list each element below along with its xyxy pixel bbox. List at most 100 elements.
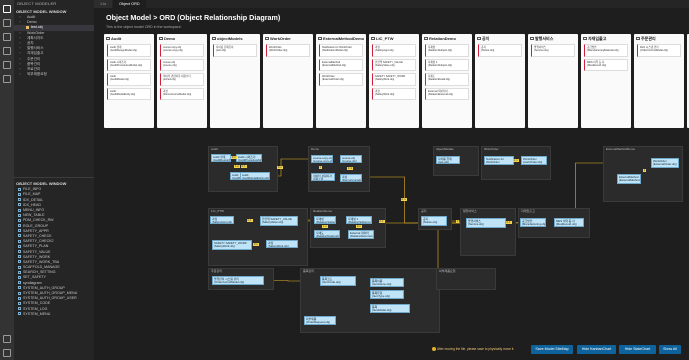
- diagram-node[interactable]: 과정 (SafetyAppr.obj): [210, 216, 234, 224]
- show-all-button[interactable]: Show All: [659, 345, 681, 354]
- diagram-node[interactable]: Audit (AuditModelEntity.obj): [240, 172, 270, 180]
- run-debug-icon[interactable]: [3, 47, 11, 55]
- checkbox[interactable]: [106, 36, 110, 41]
- diagram-node[interactable]: 발행서비스 (Service.obj): [466, 218, 506, 228]
- kanban-card[interactable]: Audit 설계 (AuditDesignModel.obj): [107, 44, 151, 57]
- kanban-card[interactable]: WorkOrder (WorkOrder.obj): [266, 44, 310, 57]
- section-header-2[interactable]: OBJECT MODEL WINDOW: [14, 180, 94, 187]
- diagram-node[interactable]: 과정 (SafetyWork.obj): [266, 240, 298, 248]
- diagram-node[interactable]: WorkOrder (workOrder.obj): [521, 156, 547, 165]
- diagram-node[interactable]: Audit 시퍼즈더 (AuditProcedureModel.obj): [236, 154, 262, 162]
- diagram-node[interactable]: MES 이력 등 사 (MesRecord.obj): [554, 218, 584, 227]
- explorer-icon[interactable]: [3, 5, 11, 13]
- kanban-card[interactable]: 과정 (SafetyAppr.obj): [372, 44, 416, 57]
- kanban-card[interactable]: Notification for WorkOrder (Notification…: [319, 44, 363, 57]
- kanban-card[interactable]: 공지 (Notice.obj): [478, 44, 522, 57]
- checkbox[interactable]: [212, 36, 216, 41]
- diagram-node[interactable]: External 데이터 (RelationExternal.obj): [348, 230, 374, 239]
- hide-kanban-button[interactable]: Hide KanbanChart: [577, 345, 616, 354]
- relationship-diagram[interactable]: Audit Demo objectModels WorkOrder ExternalMe…: [130, 136, 689, 348]
- section-header-1[interactable]: OBJECT MODEL WINDOW: [14, 8, 94, 15]
- diagram-node[interactable]: Audit 설계 (AuditDesignModel.obj): [211, 154, 231, 162]
- checkbox[interactable]: [530, 36, 534, 41]
- account-icon[interactable]: [3, 335, 11, 343]
- checkbox[interactable]: [583, 36, 587, 41]
- kanban-card[interactable]: Audit (AuditModelEntity.obj): [107, 87, 151, 100]
- diagram-node[interactable]: WorkOrder (ExternalOrder.obj): [651, 158, 679, 168]
- diagram-node[interactable]: 공지 (Notice.obj): [421, 216, 447, 226]
- kanban-card[interactable]: 자이룸 뮤재뮤이 (test.obj): [213, 44, 257, 57]
- kanban-card[interactable]: WorkOrder (ExternalOrder.obj): [319, 73, 363, 86]
- kanban-card[interactable]: Audit 시퍼즈더 (AuditProceduresModel.obj): [107, 58, 151, 71]
- diagram-group[interactable]: 외부제품요청: [436, 268, 496, 290]
- diagram-node[interactable]: course.copy.obj (course.copy.obj): [311, 155, 333, 163]
- save-sitemap-button[interactable]: Save Model SiteMap: [531, 345, 573, 354]
- kanban-column-header[interactable]: WorkOrder: [265, 35, 311, 42]
- diagram-node[interactable]: 외부제품 (OrderRequest.obj): [304, 316, 336, 325]
- diagram-node[interactable]: 발행관리 시스템 관리 (OrderControlModel.obj): [212, 276, 264, 285]
- diagram-node[interactable]: 과정 (DemoCourseModel.obj): [340, 174, 362, 182]
- checkbox[interactable]: [371, 36, 375, 41]
- kanban-card[interactable]: External 데이터이 (RelationExternal.obj): [425, 87, 469, 100]
- kanban-column-header[interactable]: objectModels: [212, 35, 258, 42]
- diagram-node[interactable]: SAFETY SAFETY_WORK (SafetyWork.obj): [212, 240, 252, 250]
- diagram-group[interactable]: ExternalMethodDemo: [603, 146, 683, 202]
- kanban-column-header[interactable]: 공지: [477, 35, 523, 42]
- diagram-node[interactable]: 품목 (ItemModel.obj): [370, 304, 410, 313]
- diagram-group[interactable]: RelationDemo: [310, 208, 386, 248]
- table-item[interactable]: SYSTEM_MENU: [14, 312, 94, 317]
- kanban-card[interactable]: 발행서비스 (Service.obj): [531, 44, 575, 57]
- kanban-card[interactable]: SAFETY SAFETY_WORK (SafetyWork.obj): [372, 73, 416, 86]
- checkbox[interactable]: [318, 36, 322, 41]
- diagram-node[interactable]: Notification for WorkOrder (Notification…: [484, 156, 514, 165]
- kanban-card[interactable]: ExternalMethod (ExternalMethod.obj): [319, 58, 363, 71]
- kanban-card[interactable]: 안전책 SAFETY_VALUE (SafetyValue.obj): [372, 58, 416, 71]
- kanban-card[interactable]: Audit (AuditModel.obj): [107, 73, 151, 86]
- diagram-node[interactable]: ExternalMethod (ExternalMethod.obj): [617, 174, 641, 184]
- kanban-card[interactable]: 자재성 (RelationSubject.obj): [425, 44, 469, 57]
- kanban-card[interactable]: 과정 (DemoCourseModel.obj): [160, 87, 204, 100]
- hide-statechart-button[interactable]: Hide StateChart: [619, 345, 656, 354]
- kanban-card[interactable]: 자재성 1 (RelationSubject.obj): [425, 58, 469, 71]
- diagram-group[interactable]: 발행서비스: [460, 208, 516, 256]
- kanban-column-header[interactable]: Demo: [159, 35, 205, 42]
- checkbox[interactable]: [265, 36, 269, 41]
- diagram-group[interactable]: Demo: [308, 146, 370, 192]
- diagram-node[interactable]: 데이터 관람지각 내용수리 (sched.obj): [311, 173, 335, 181]
- kanban-card[interactable]: MES 이력 등 사 (MesRecord.obj): [584, 58, 628, 71]
- extensions-icon[interactable]: [3, 61, 11, 69]
- checkbox[interactable]: [636, 36, 640, 41]
- tree-item[interactable]: › 외부제품요청: [14, 72, 94, 77]
- diagram-node[interactable]: 품목코드 (ItemCode.obj): [320, 276, 356, 286]
- kanban-card[interactable]: 데이터 관람지각 내용수리 (sched.obj): [160, 73, 204, 86]
- kanban-column-header[interactable]: 자재입출고: [583, 35, 629, 42]
- editor-tab[interactable]: Object ORD: [113, 0, 147, 8]
- diagram-node[interactable]: 자재성 1 (RelationSubject.obj): [346, 216, 372, 224]
- editor-tab[interactable]: 1.ts: [94, 0, 114, 8]
- diagram-node[interactable]: 품목이름 (ItemName.obj): [370, 278, 404, 287]
- diagram-node[interactable]: 자이룸 뮤재 (test.obj): [436, 156, 460, 164]
- search-icon[interactable]: [3, 19, 11, 27]
- object-modeler-icon[interactable]: [3, 75, 11, 83]
- diagram-node[interactable]: 공급방안 (Manufacturing.obj): [520, 218, 546, 227]
- kanban-column-header[interactable]: ExternalMethodDemo: [318, 35, 364, 42]
- kanban-column-header[interactable]: Audit: [106, 35, 152, 42]
- diagram-node[interactable]: 자재도 (RelationDetail.obj): [314, 230, 340, 238]
- kanban-card[interactable]: Rich 시스템 관리 (OrderControlModel.obj): [637, 44, 681, 57]
- kanban-card[interactable]: course.copy.obj (course.copy.obj): [160, 44, 204, 57]
- checkbox[interactable]: [159, 36, 163, 41]
- kanban-column-header[interactable]: LIC_PTW: [371, 35, 417, 42]
- checkbox[interactable]: [477, 36, 481, 41]
- diagram-node[interactable]: 품목유형 (ItemType.obj): [370, 290, 404, 299]
- diagram-node[interactable]: course.obj (course.obj): [340, 155, 362, 163]
- kanban-card[interactable]: 공급방안 (ManufacturingMaterial.obj): [584, 44, 628, 57]
- diagram-node[interactable]: 자재성 (RelationSubject.obj): [314, 216, 336, 224]
- kanban-card[interactable]: 과정 (SafetyWork.obj): [372, 87, 416, 100]
- source-control-icon[interactable]: [3, 33, 11, 41]
- kanban-card[interactable]: 자재도 (RelationDetail.obj): [425, 73, 469, 86]
- diagram-node[interactable]: 안전책 SAFETY_VALUE (SafetyValue.obj): [260, 216, 298, 226]
- kanban-column-header[interactable]: RelationDemo: [424, 35, 470, 42]
- gear-icon[interactable]: [3, 349, 11, 357]
- kanban-column-header[interactable]: 발행서비스: [530, 35, 576, 42]
- kanban-card[interactable]: course.obj (course.obj): [160, 58, 204, 71]
